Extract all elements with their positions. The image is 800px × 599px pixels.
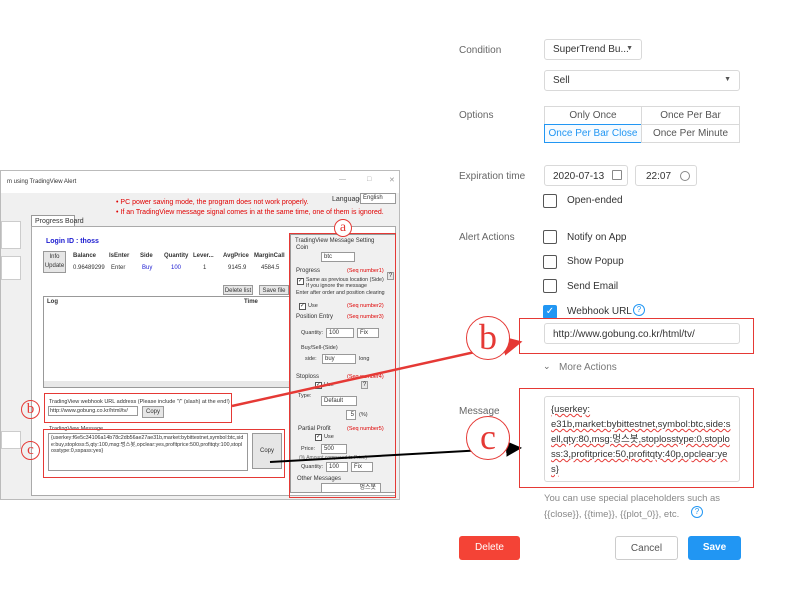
option-once-per-minute[interactable]: Once Per Minute	[641, 124, 740, 143]
notify-app-label: Notify on App	[567, 232, 627, 243]
send-email-label: Send Email	[567, 281, 619, 292]
open-ended-label: Open-ended	[567, 195, 623, 206]
webhook-checkbox[interactable]: ✓	[543, 305, 557, 319]
message-textarea[interactable]: {userkey: e31b,market:bybittestnet,symbo…	[544, 396, 740, 482]
chevron-down-icon: ▼	[626, 45, 633, 52]
condition-select[interactable]: SuperTrend Bu... ▼	[544, 39, 642, 60]
clock-icon	[680, 171, 690, 181]
alert-actions-label: Alert Actions	[459, 232, 515, 243]
placeholder-hint: {{close}}, {{time}}, {{plot_0}}, etc.	[544, 509, 680, 520]
show-popup-label: Show Popup	[567, 256, 624, 267]
chevron-down-icon: ▼	[724, 76, 731, 83]
expiration-date-input[interactable]: 2020-07-13	[544, 165, 628, 186]
more-actions-link[interactable]: More Actions	[559, 362, 617, 373]
webhook-label: Webhook URL	[567, 306, 632, 317]
calendar-icon	[612, 170, 622, 180]
chevron-down-icon: ⌄	[543, 361, 551, 371]
show-popup-checkbox[interactable]	[543, 255, 557, 269]
open-ended-checkbox[interactable]	[543, 194, 557, 208]
option-once-per-bar[interactable]: Once Per Bar	[641, 106, 740, 125]
condition-label: Condition	[459, 45, 502, 56]
option-only-once[interactable]: Only Once	[544, 106, 642, 125]
save-button[interactable]: Save	[688, 536, 741, 560]
condition-action-select[interactable]: Sell ▼	[544, 70, 740, 91]
options-label: Options	[459, 110, 494, 121]
webhook-url-input[interactable]: http://www.gobung.co.kr/html/tv/	[544, 323, 740, 344]
notify-app-checkbox[interactable]	[543, 230, 557, 244]
message-label: Message	[459, 406, 500, 417]
expiration-label: Expiration time	[459, 171, 526, 182]
delete-button[interactable]: Delete	[459, 536, 520, 560]
expiration-time-input[interactable]: 22:07	[635, 165, 697, 186]
question-icon[interactable]: ?	[633, 304, 645, 316]
send-email-checkbox[interactable]	[543, 279, 557, 293]
marker-c-right: c	[466, 416, 510, 460]
marker-b-right: b	[466, 316, 510, 360]
option-once-per-bar-close[interactable]: Once Per Bar Close	[544, 124, 642, 143]
placeholder-hint: You can use special placeholders such as	[544, 493, 721, 504]
question-icon[interactable]: ?	[691, 506, 703, 518]
cancel-button[interactable]: Cancel	[615, 536, 678, 560]
